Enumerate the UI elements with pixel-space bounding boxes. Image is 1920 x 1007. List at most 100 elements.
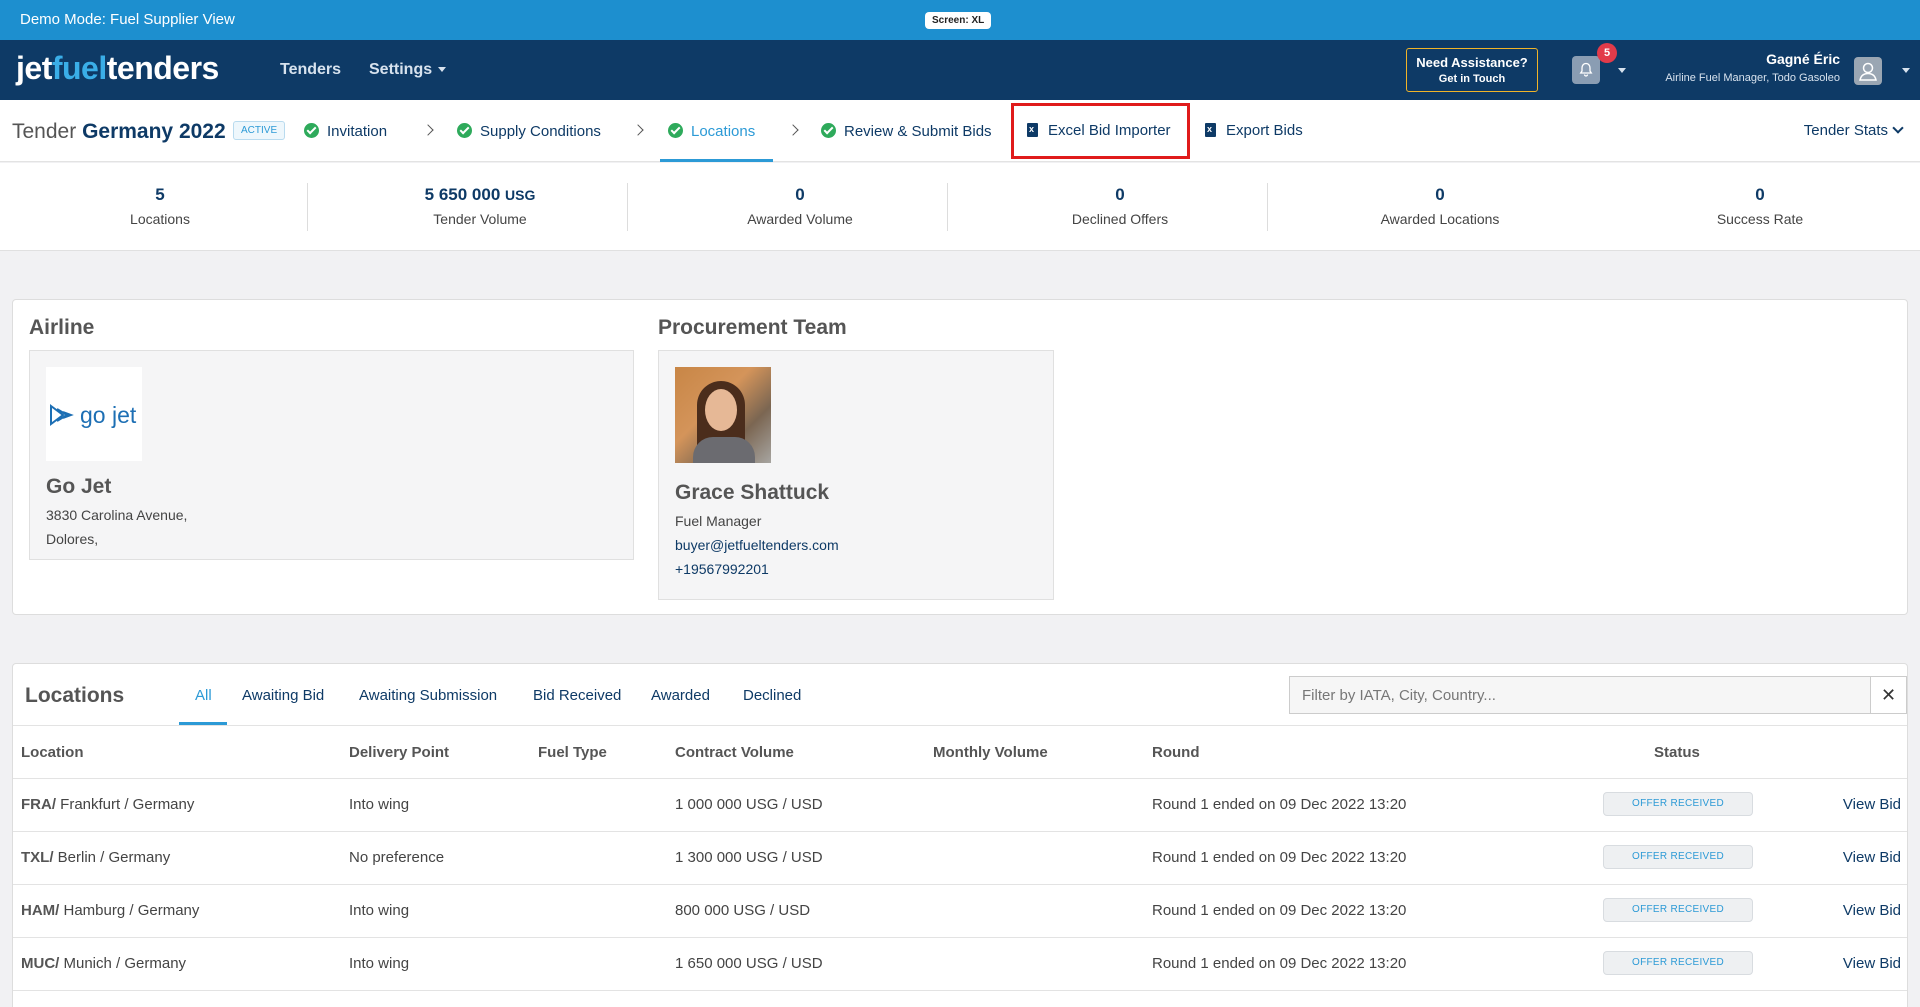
user-menu-chevron-icon[interactable] <box>1902 68 1910 73</box>
check-circle-icon <box>668 123 683 138</box>
buyer-email-link[interactable]: buyer@jetfueltenders.com <box>675 537 839 553</box>
col-contract-volume: Contract Volume <box>675 744 794 761</box>
table-row[interactable]: MUC/ Munich / Germany Into wing 1 650 00… <box>13 938 1907 991</box>
chevron-right-icon <box>787 124 799 136</box>
chevron-right-icon <box>632 124 644 136</box>
procurement-section-title: Procurement Team <box>658 316 847 339</box>
user-role: Airline Fuel Manager, Todo Gasoleo <box>1665 72 1840 84</box>
tab-awaiting-bid[interactable]: Awaiting Bid <box>242 687 324 704</box>
tab-awaiting-submission[interactable]: Awaiting Submission <box>359 687 497 704</box>
tab-declined[interactable]: Declined <box>743 687 801 704</box>
step-invitation[interactable]: Invitation <box>304 122 387 142</box>
tender-steps-bar: Tender Germany 2022 ACTIVE Invitation Su… <box>0 100 1920 162</box>
chevron-down-icon <box>438 67 447 73</box>
col-monthly-volume: Monthly Volume <box>933 744 1048 761</box>
table-row[interactable]: HAM/ Hamburg / Germany Into wing 800 000… <box>13 885 1907 938</box>
tender-stats-panel: 5 Locations 5 650 000 USG Tender Volume 0A… <box>0 163 1920 251</box>
notifications-chevron-icon[interactable] <box>1618 68 1626 73</box>
nav-settings-label: Settings <box>369 61 433 78</box>
airline-name: Go Jet <box>46 475 112 498</box>
stat-tender-volume: 5 650 000 USG Tender Volume <box>424 185 536 227</box>
view-bid-link[interactable]: View Bid <box>1843 849 1901 866</box>
procurement-box: Grace Shattuck Fuel Manager buyer@jetfue… <box>658 350 1054 600</box>
airline-address-line1: 3830 Carolina Avenue, <box>46 507 188 523</box>
col-round: Round <box>1152 744 1200 761</box>
user-name[interactable]: Gagné Éric <box>1766 51 1840 67</box>
stat-locations: 5 Locations <box>130 185 190 227</box>
divider <box>627 183 628 231</box>
check-circle-icon <box>304 123 319 138</box>
status-badge: OFFER RECEIVED <box>1603 898 1753 922</box>
status-badge: OFFER RECEIVED <box>1603 792 1753 816</box>
buyer-role: Fuel Manager <box>675 513 762 529</box>
tab-all[interactable]: All <box>195 687 212 704</box>
status-badge: ACTIVE <box>233 121 286 140</box>
excel-file-icon <box>1205 123 1216 137</box>
locations-filter-input[interactable] <box>1289 676 1871 714</box>
row-contract-volume: 1 650 000 USG / USD <box>675 955 823 972</box>
locations-title: Locations <box>25 684 125 707</box>
airline-logo: go jet <box>46 367 142 461</box>
clear-filter-button[interactable]: ✕ <box>1871 676 1907 714</box>
need-assistance-button[interactable]: Need Assistance? Get in Touch <box>1406 48 1538 92</box>
row-delivery-point: Into wing <box>349 796 410 813</box>
airline-section-title: Airline <box>29 316 95 339</box>
export-bids-link[interactable]: Export Bids <box>1205 122 1303 139</box>
active-step-underline <box>660 159 773 162</box>
assist-title: Need Assistance? <box>1416 55 1528 70</box>
main-navbar: jetfueltenders Tenders Settings Need Ass… <box>0 40 1920 100</box>
user-avatar-icon[interactable] <box>1854 57 1882 85</box>
step-supply-conditions[interactable]: Supply Conditions <box>457 122 601 142</box>
tab-bid-received[interactable]: Bid Received <box>533 687 621 704</box>
step-locations[interactable]: Locations <box>668 122 755 142</box>
view-bid-link[interactable]: View Bid <box>1843 955 1901 972</box>
check-circle-icon <box>457 123 472 138</box>
divider <box>307 183 308 231</box>
locations-card: Locations All Awaiting Bid Awaiting Subm… <box>12 663 1908 1007</box>
divider <box>947 183 948 231</box>
stat-awarded-locations: 0 Awarded Locations <box>1380 185 1500 227</box>
airline-box: go jet Go Jet 3830 Carolina Avenue, Dolo… <box>29 350 634 560</box>
row-location: HAM/ Hamburg / Germany <box>21 902 200 919</box>
demo-mode-bar: Demo Mode: Fuel Supplier View Screen: XL <box>0 0 1920 40</box>
status-badge: OFFER RECEIVED <box>1603 951 1753 975</box>
row-contract-volume: 1 000 000 USG / USD <box>675 796 823 813</box>
view-bid-link[interactable]: View Bid <box>1843 796 1901 813</box>
check-circle-icon <box>821 123 836 138</box>
tender-stats-toggle[interactable]: Tender Stats <box>1804 122 1904 139</box>
row-location: TXL/ Berlin / Germany <box>21 849 171 866</box>
demo-mode-title: Demo Mode: Fuel Supplier View <box>20 11 235 28</box>
view-bid-link[interactable]: View Bid <box>1843 902 1901 919</box>
buyer-photo <box>675 367 771 463</box>
tab-awarded[interactable]: Awarded <box>651 687 710 704</box>
nav-settings-dropdown[interactable]: Settings <box>369 61 447 79</box>
row-round: Round 1 ended on 09 Dec 2022 13:20 <box>1152 849 1407 866</box>
jetfueltenders-logo[interactable]: jetfueltenders <box>16 50 219 87</box>
col-fuel-type: Fuel Type <box>538 744 607 761</box>
assist-subtitle: Get in Touch <box>1438 73 1506 85</box>
col-location: Location <box>21 744 84 761</box>
table-row[interactable]: FRA/ Frankfurt / Germany Into wing 1 000… <box>13 779 1907 832</box>
airline-address-line2: Dolores, <box>46 531 99 547</box>
nav-tenders-link[interactable]: Tenders <box>280 61 341 79</box>
status-badge: OFFER RECEIVED <box>1603 845 1753 869</box>
row-location: FRA/ Frankfurt / Germany <box>21 796 195 813</box>
airline-logo-text: go jet <box>80 402 137 428</box>
row-contract-volume: 800 000 USG / USD <box>675 902 811 919</box>
row-round: Round 1 ended on 09 Dec 2022 13:20 <box>1152 955 1407 972</box>
stat-declined-offers: 0 Declined Offers <box>1071 185 1169 227</box>
row-round: Round 1 ended on 09 Dec 2022 13:20 <box>1152 902 1407 919</box>
chevron-down-icon <box>1892 122 1904 134</box>
row-round: Round 1 ended on 09 Dec 2022 13:20 <box>1152 796 1407 813</box>
buyer-phone-link[interactable]: +19567992201 <box>675 561 769 577</box>
stat-success-rate: 0 Success Rate <box>1716 185 1804 227</box>
row-delivery-point: No preference <box>349 849 445 866</box>
notifications-button[interactable] <box>1572 56 1600 84</box>
table-row[interactable]: TXL/ Berlin / Germany No preference 1 30… <box>13 832 1907 885</box>
step-review-submit-bids[interactable]: Review & Submit Bids <box>821 122 992 142</box>
tender-title: Tender Germany 2022 <box>12 120 226 143</box>
divider <box>13 725 1907 726</box>
chevron-right-icon <box>422 124 434 136</box>
row-delivery-point: Into wing <box>349 902 410 919</box>
bell-icon <box>1579 62 1593 77</box>
